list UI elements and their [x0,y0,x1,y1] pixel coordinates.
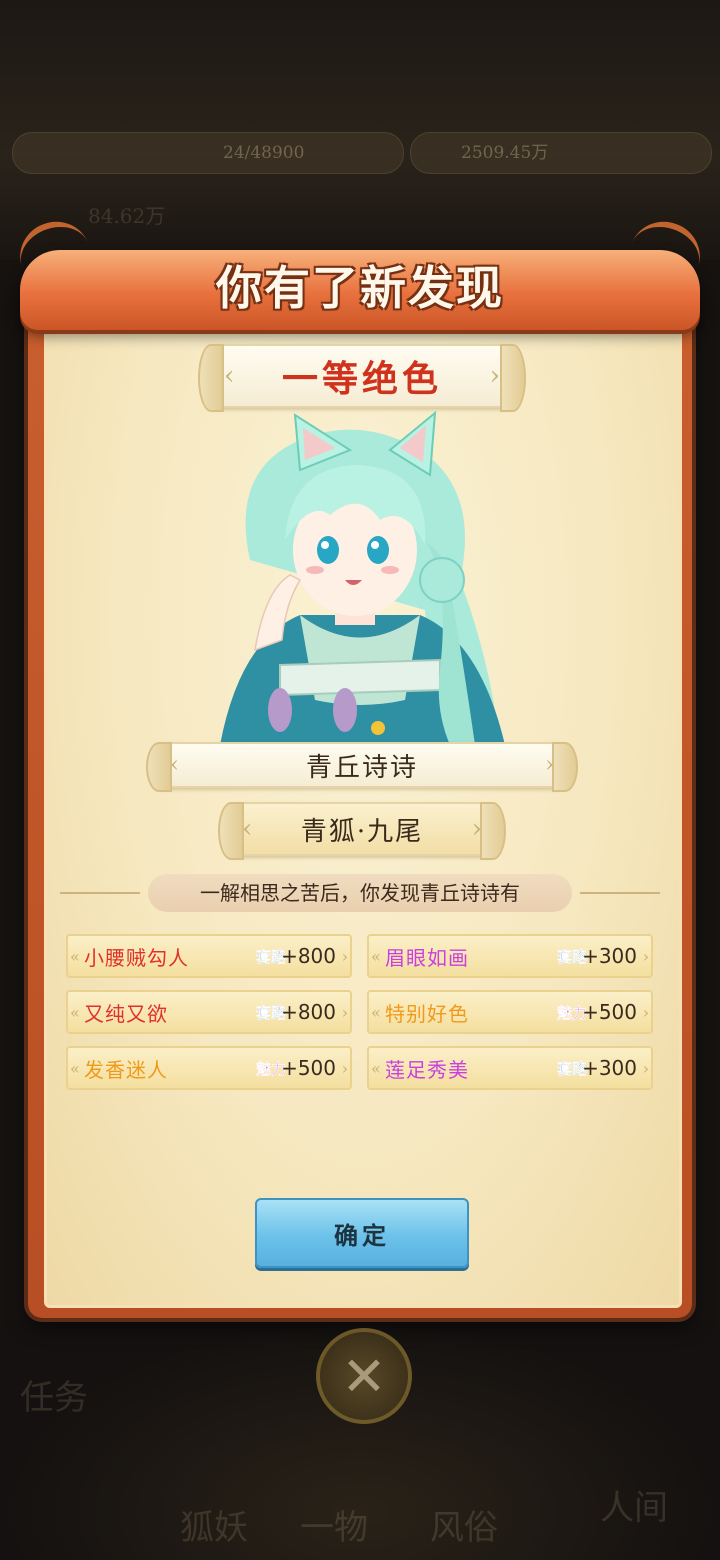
bg-bottom-label: 人间 [600,1488,668,1528]
confirm-button[interactable]: 确定 [255,1198,469,1268]
rank-label: 一等绝色 [281,358,442,400]
character-portrait [220,410,505,745]
trait-value: +500 [582,1000,637,1024]
bg-bottom-label: 任务 [20,1378,88,1418]
trait-value: +500 [281,1056,336,1080]
trait-item: « 又纯又欲 套路 +800 › [66,990,352,1034]
character-name-scroll: ‹ › 青丘诗诗 [146,742,578,792]
bg-stat-value: 84.62万 [88,204,166,228]
trait-name: 又纯又欲 [84,1001,168,1026]
trait-name: 小腰贼勾人 [84,945,189,970]
trait-item: « 发香迷人 魅力 +500 › [66,1046,352,1090]
trait-item: « 莲足秀美 套路 +300 › [367,1046,653,1090]
trait-name: 发香迷人 [84,1057,168,1082]
close-button[interactable]: ✕ [316,1328,412,1424]
bg-bottom-label: 狐妖 [180,1508,248,1548]
character-name: 青丘诗诗 [305,752,418,783]
trait-item: « 眉眼如画 套路 +300 › [367,934,653,978]
trait-name: 眉眼如画 [385,945,469,970]
character-title-scroll: ‹ › 青狐·九尾 [218,802,506,860]
trait-item: « 特别好色 魅力 +500 › [367,990,653,1034]
trait-value: +300 [582,944,637,968]
trait-name: 莲足秀美 [385,1057,469,1082]
trait-value: +800 [281,1000,336,1024]
trait-value: +800 [281,944,336,968]
trait-item: « 小腰贼勾人 套路 +800 › [66,934,352,978]
close-icon: ✕ [341,1344,387,1408]
bg-bottom-label: 一物 [300,1508,368,1548]
divider [580,892,660,894]
trait-name: 特别好色 [385,1001,469,1026]
character-title: 青狐·九尾 [300,816,424,847]
dialog-title: 你有了新发现 [216,261,504,315]
divider [60,892,140,894]
hud-resource-right: 2509.45万 [410,132,712,174]
hud-left-value: 24/48900 [223,143,305,163]
hud-resource-left: 24/48900 [12,132,404,174]
discovery-description: 一解相思之苦后，你发现青丘诗诗有 [148,874,572,912]
hud-right-value: 2509.45万 [461,143,549,163]
trait-value: +300 [582,1056,637,1080]
bg-bottom-label: 风俗 [430,1508,498,1548]
rank-scroll: ‹ › 一等绝色 [198,344,526,412]
